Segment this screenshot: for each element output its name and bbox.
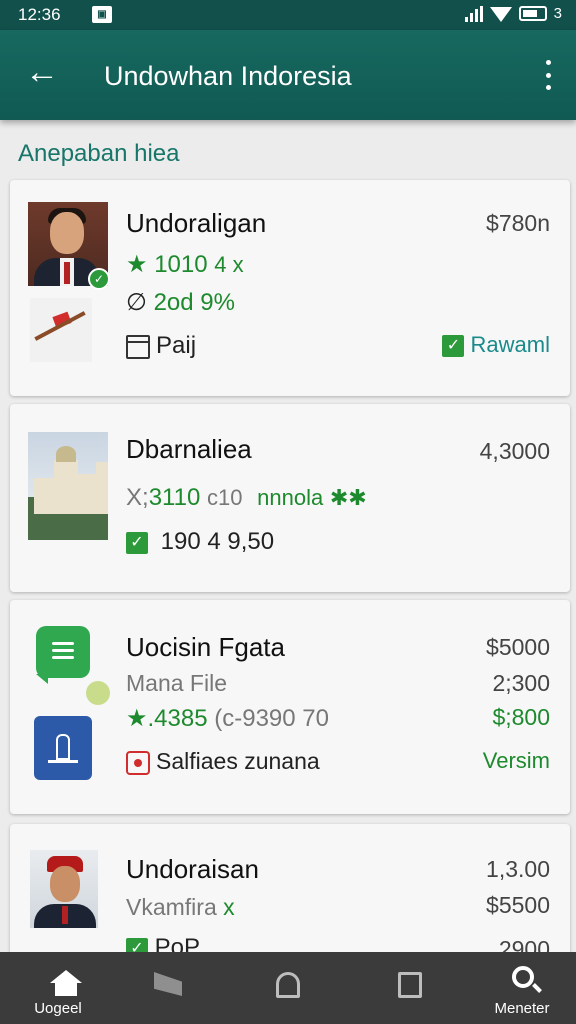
verified-badge-icon: ✓ [88,268,110,290]
card-status: Rawaml [470,332,550,357]
check-icon[interactable]: ✓ [442,335,465,358]
battery-level: 3 [553,5,562,22]
card-price: $780n [486,210,550,236]
check-icon[interactable]: ✓ [126,531,148,554]
card-meta-suffix: c10 [206,485,243,510]
card-price-secondary: 2;300 [492,670,550,696]
link-icon: ∅ [126,289,147,316]
save-icon [126,750,150,775]
app-bar: ← Undowhan Indoresia [0,30,576,120]
card-meta-value: 3110 [148,484,201,511]
status-icons: 3 [464,5,562,22]
chat-app-icon [36,626,90,678]
card-meta-note: nnnola [257,485,324,510]
card-rating-suffix: 4 x [214,252,244,277]
box-icon [398,972,422,998]
card-stat: 2od 9% [153,289,235,316]
monument-app-icon [34,716,92,780]
list-card[interactable]: Dbarnaliea 4,3000 X;3110 c10 nnnola ✱✱ ✓… [10,404,570,592]
building-photo [28,432,108,540]
card-price: 4,3000 [479,438,550,464]
calendar-icon [126,334,150,359]
search-icon [512,966,534,988]
back-arrow-icon[interactable]: ← [24,55,60,91]
stars-icon: ✱✱ [329,485,367,510]
card-rating-extra: (c-9390 70 [214,705,329,732]
card-price-tertiary: $;800 [492,704,550,730]
home-icon [50,970,82,996]
nav-home-label: Uogeel [34,1000,82,1017]
card-price: 1,3.00 [486,856,550,882]
nav-search-label: Meneter [494,1000,550,1017]
section-title: Anepaban hiea [18,140,180,167]
bottom-navigation: Uogeel Meneter [0,952,576,1024]
signal-icon [464,5,483,22]
nav-search[interactable]: Meneter [472,952,572,1024]
card-detail: 190 4 9,50 [160,528,275,555]
star-icon: ★ [126,251,148,278]
card-name: Undoraligan [126,208,267,238]
card-subtitle: Vkamfira [126,894,217,920]
status-time: 12:36 [18,5,61,24]
bell-icon [276,972,300,998]
more-vert-icon[interactable] [542,60,554,90]
card-name: Dbarnaliea [126,434,252,464]
chat-bubble-tail [36,674,48,684]
pen-flag-image [30,298,92,362]
page-title: Undowhan Indoresia [104,61,352,91]
notification-icon: ▣ [92,6,112,23]
card-rating: .4385 [147,705,208,732]
card-tag: Paij [156,332,197,359]
card-name: Uocisin Fgata [126,632,285,662]
card-tag: Salfiaes zunana [156,748,320,774]
card-name: Undoraisan [126,854,259,884]
wifi-icon [489,6,512,22]
card-rating: 1010 [154,251,208,278]
card-subtitle: Mana File [126,670,227,696]
nav-box[interactable] [360,952,460,1024]
star-icon: ★ [126,705,148,732]
nav-flag[interactable] [118,952,218,1024]
flag-icon [154,972,182,996]
nav-notifications[interactable] [238,952,338,1024]
card-meta-prefix: X; [126,484,149,511]
nav-home[interactable]: Uogeel [8,952,108,1024]
close-icon: x [223,894,235,920]
profile-photo [30,850,98,928]
card-price: $5000 [486,634,550,660]
status-bar: 12:36 ▣ 3 [0,0,576,30]
battery-icon [518,6,547,21]
card-price-secondary: $5500 [486,892,550,918]
list-card[interactable]: Uocisin Fgata $5000 Mana File 2;300 ★.43… [10,600,570,814]
status-dot [86,681,110,705]
card-status: Versim [482,748,550,773]
